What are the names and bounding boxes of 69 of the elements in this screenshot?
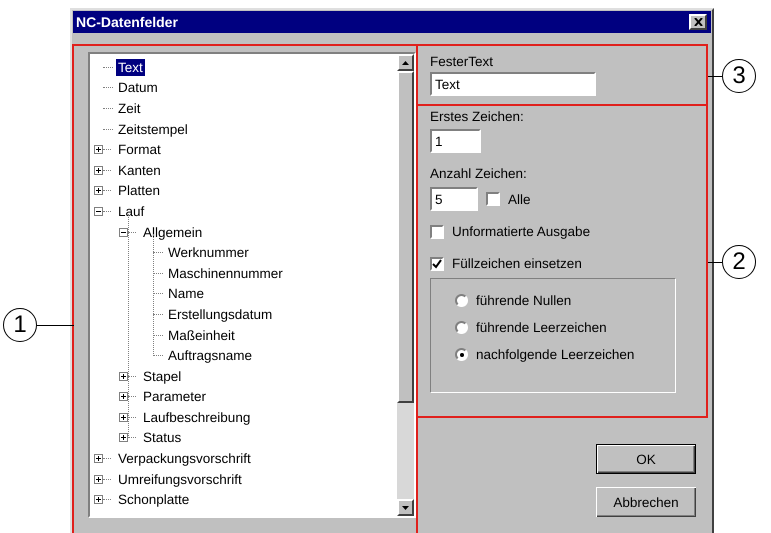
down-arrow-icon	[402, 506, 409, 510]
field-label: FesterText	[430, 54, 494, 69]
radio-button[interactable]	[455, 348, 468, 361]
tree-item[interactable]: Umreifungsvorschrift	[116, 470, 244, 488]
leader-line	[37, 325, 74, 326]
checkbox[interactable]	[430, 224, 444, 238]
radio-label: führende Leerzeichen	[476, 320, 607, 335]
tree-item[interactable]: Zeitstempel	[116, 120, 190, 138]
radio-button[interactable]	[455, 321, 468, 334]
callout-number: 2	[722, 245, 756, 279]
close-icon	[694, 18, 702, 26]
tree-item[interactable]: Auftragsname	[166, 347, 254, 364]
field-label: Erstes Zeichen:	[430, 109, 525, 124]
dialog-button[interactable]: OK	[596, 444, 696, 474]
tree-item[interactable]: Maschinennummer	[166, 264, 285, 282]
tree-item[interactable]: Datum	[116, 79, 160, 96]
tree-item[interactable]: Verpackungsvorschrift	[116, 450, 253, 468]
tree-item[interactable]: Laufbeschreibung	[141, 408, 252, 426]
text-field[interactable]: Text	[430, 72, 596, 96]
dialog-button[interactable]: Abbrechen	[596, 487, 696, 517]
tree-item[interactable]: Schonplatte	[116, 491, 192, 508]
tree-item[interactable]: Lauf	[116, 202, 146, 220]
expand-icon[interactable]	[94, 454, 103, 464]
callout-number: 1	[3, 308, 37, 342]
expand-icon[interactable]	[94, 186, 103, 196]
tree-item[interactable]: Parameter	[141, 388, 208, 406]
scroll-down-button[interactable]	[397, 499, 414, 516]
tree-item[interactable]: Erstellungsdatum	[166, 306, 274, 323]
expand-icon[interactable]	[119, 392, 128, 402]
window-title: NC-Datenfelder	[76, 14, 178, 30]
tree-item[interactable]: Werknummer	[166, 244, 251, 262]
number-field[interactable]: 1	[430, 129, 481, 153]
tree-item[interactable]: Status	[141, 429, 184, 446]
tree-item[interactable]: Maßeinheit	[166, 326, 237, 344]
scrollbar[interactable]	[397, 54, 414, 516]
tree-item[interactable]: Text	[116, 58, 145, 76]
expand-icon[interactable]	[94, 145, 103, 154]
tree-item[interactable]: Stapel	[141, 368, 184, 385]
expand-icon[interactable]	[94, 495, 103, 504]
field-label: Anzahl Zeichen:	[430, 166, 527, 181]
tree-item[interactable]: Name	[166, 285, 206, 302]
close-button[interactable]	[689, 14, 707, 30]
radio-button[interactable]	[455, 294, 468, 307]
checkbox[interactable]	[430, 256, 444, 270]
up-arrow-icon	[402, 60, 409, 64]
radio-label: führende Nullen	[476, 293, 572, 308]
checkbox-label: Unformatierte Ausgabe	[452, 224, 590, 239]
expand-icon[interactable]	[119, 372, 128, 381]
leader-line	[708, 76, 722, 77]
callout-number: 3	[722, 59, 756, 93]
expand-icon[interactable]	[94, 166, 103, 175]
expand-icon[interactable]	[119, 412, 128, 422]
tree-item[interactable]: Format	[116, 141, 163, 158]
expand-icon[interactable]	[94, 474, 103, 484]
expand-icon[interactable]	[119, 433, 128, 442]
tree-item[interactable]: Allgemein	[141, 224, 204, 241]
checkbox-label: Alle	[508, 192, 531, 206]
tree-item[interactable]: Platten	[116, 182, 162, 200]
scroll-thumb[interactable]	[397, 71, 414, 403]
radio-label: nachfolgende Leerzeichen	[476, 347, 634, 362]
checkbox[interactable]	[486, 192, 500, 206]
collapse-icon[interactable]	[119, 228, 128, 237]
checkbox-label: Füllzeichen einsetzen	[452, 256, 582, 271]
scroll-up-button[interactable]	[397, 54, 414, 71]
number-field[interactable]: 5	[430, 187, 478, 211]
tree-item[interactable]: Zeit	[116, 100, 143, 117]
collapse-icon[interactable]	[94, 206, 103, 216]
leader-line	[708, 262, 722, 263]
tree-item[interactable]: Kanten	[116, 162, 163, 179]
